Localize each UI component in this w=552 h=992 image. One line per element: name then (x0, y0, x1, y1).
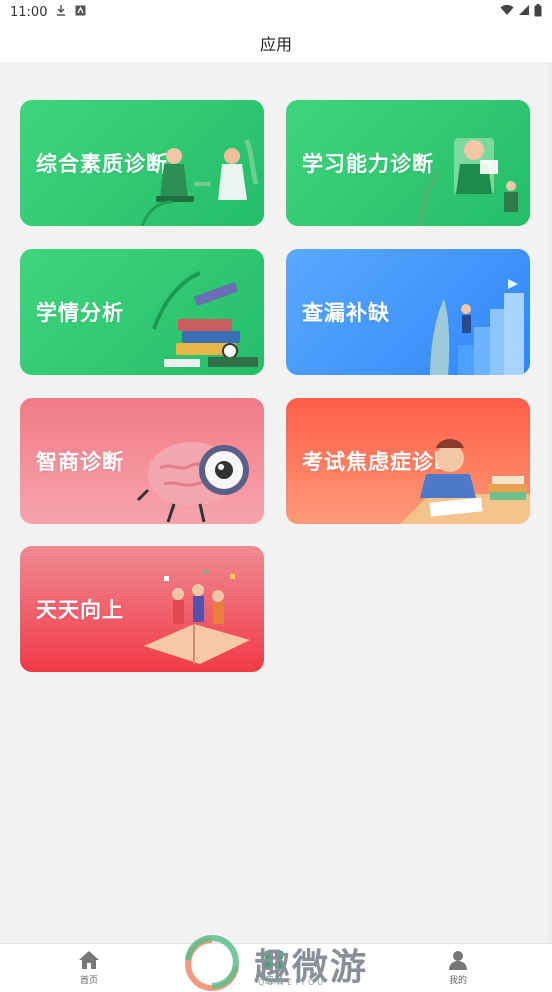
person-icon (449, 951, 467, 970)
download-icon (55, 4, 67, 20)
bottom-nav: 首页 应用 我的 (0, 943, 552, 992)
notification-icon (75, 5, 86, 20)
card-learning-ability-diagnosis[interactable]: 学习能力诊断 (286, 100, 530, 226)
page-title: 应用 (259, 35, 292, 54)
status-bar: 11:00 (0, 0, 552, 24)
app-header: 应用 (0, 24, 552, 62)
teacher-illustration (417, 138, 518, 226)
apps-icon (265, 951, 283, 969)
card-comprehensive-diagnosis[interactable]: 综合素质诊断 (20, 100, 264, 226)
scroll-edge (548, 62, 552, 942)
books-illustration (152, 271, 258, 367)
card-label: 查漏补缺 (302, 301, 390, 325)
signal-icon (518, 4, 530, 20)
counseling-illustration (140, 138, 259, 226)
nav-label: 首页 (79, 976, 98, 986)
celebration-illustration (144, 570, 250, 664)
nav-apps[interactable]: 应用 (234, 948, 314, 986)
card-label: 学情分析 (36, 301, 124, 325)
battery-icon (534, 3, 542, 21)
nav-profile[interactable]: 我的 (418, 948, 498, 986)
card-iq-diagnosis[interactable]: 智商诊断 (20, 398, 264, 524)
brain-magnifier-illustration (136, 442, 249, 523)
student-desk-illustration (400, 439, 530, 524)
nav-home[interactable]: 首页 (49, 948, 129, 986)
card-label: 天天向上 (36, 598, 124, 622)
wifi-icon (500, 4, 514, 20)
status-time: 11:00 (10, 4, 48, 20)
card-label: 智商诊断 (36, 450, 124, 474)
home-icon (79, 951, 99, 969)
stairs-illustration (430, 279, 524, 375)
card-learning-analysis[interactable]: 学情分析 (20, 249, 264, 375)
card-daily-progress[interactable]: 天天向上 (20, 546, 264, 672)
card-fill-gaps[interactable]: 查漏补缺 (286, 249, 530, 375)
nav-label: 我的 (448, 976, 467, 986)
nav-label: 应用 (264, 976, 283, 986)
card-exam-anxiety-diagnosis[interactable]: 考试焦虑症诊断 (286, 398, 530, 524)
